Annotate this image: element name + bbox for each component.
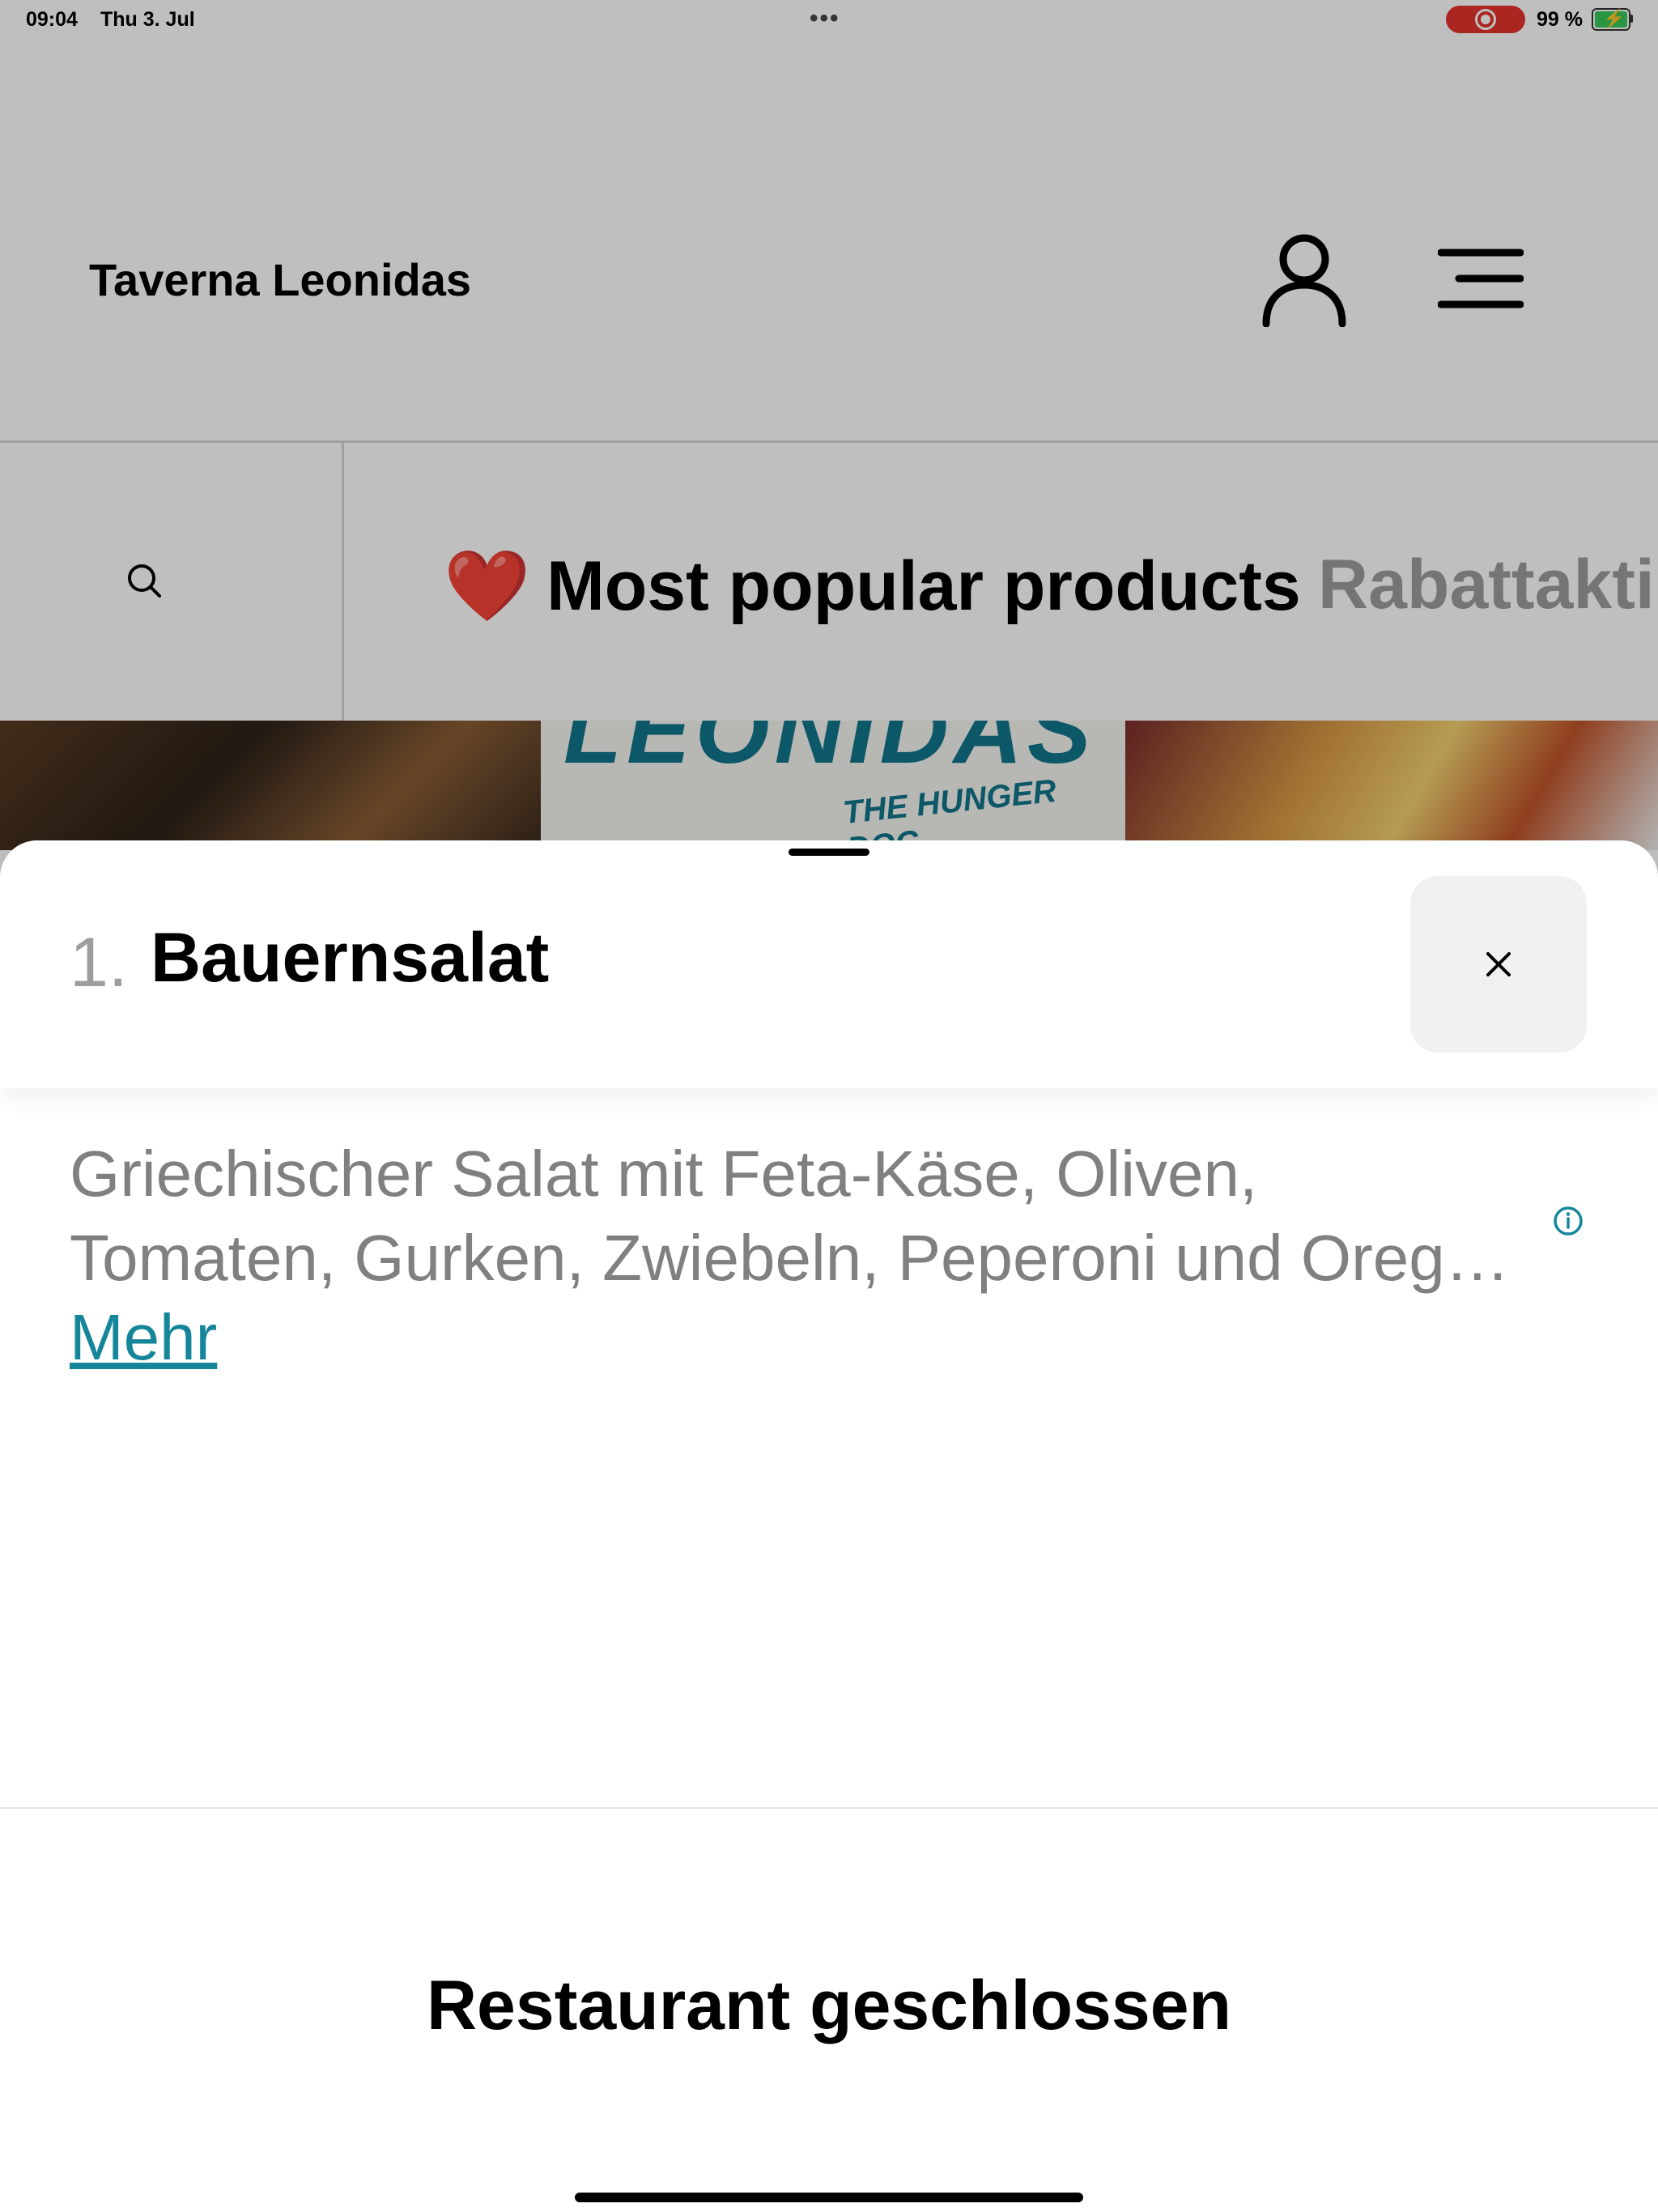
close-button[interactable] [1410, 876, 1587, 1053]
product-sheet: 1. Bauernsalat Griechischer Salat mit Fe… [0, 840, 1658, 2212]
home-indicator[interactable] [575, 2193, 1083, 2202]
more-link[interactable]: Mehr [70, 1300, 217, 1375]
close-icon [1486, 952, 1511, 976]
product-description: Griechischer Salat mit Feta-Käse, Oliven… [70, 1132, 1511, 1300]
divider [0, 1807, 1658, 1809]
description-line: Tomaten, Gurken, Zwiebeln, Peperoni und … [70, 1222, 1510, 1294]
description-line: Griechischer Salat mit Feta-Käse, Oliven… [70, 1138, 1258, 1210]
info-icon[interactable] [1552, 1205, 1584, 1237]
product-title: Bauernsalat [151, 919, 550, 997]
product-number: 1. [70, 924, 128, 1002]
sheet-header: 1. Bauernsalat [0, 840, 1658, 1088]
sheet-grabber[interactable] [789, 849, 869, 856]
restaurant-status: Restaurant geschlossen [426, 1967, 1232, 2044]
